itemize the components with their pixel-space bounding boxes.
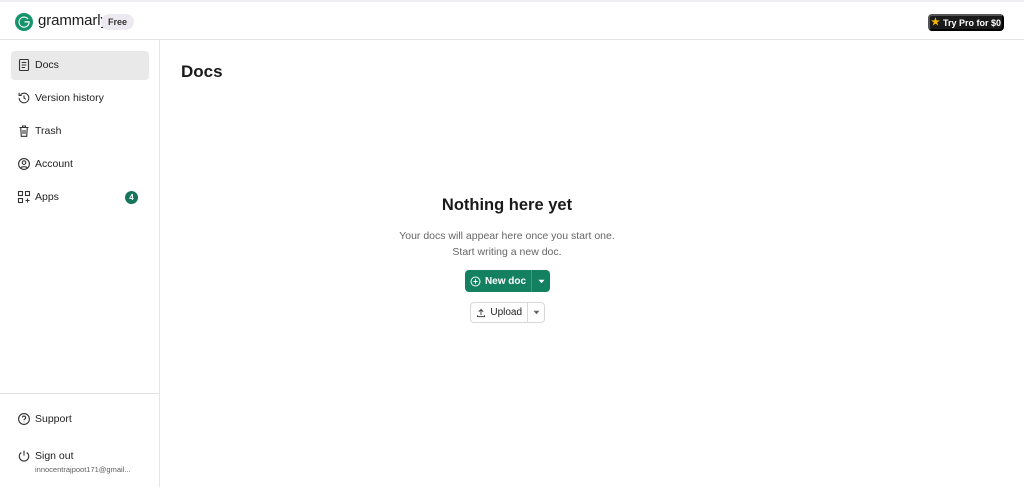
history-icon	[17, 91, 31, 105]
document-icon	[17, 58, 31, 72]
upload-menu-button[interactable]	[528, 303, 544, 322]
logo-text[interactable]: grammarly	[38, 12, 108, 29]
sidebar: Docs Version history Trash Account Apps …	[0, 40, 160, 487]
power-icon	[17, 449, 31, 463]
upload-button[interactable]: Upload	[471, 303, 529, 322]
upload-split-button: Upload	[470, 302, 545, 323]
empty-state-description-secondary: Start writing a new doc.	[452, 246, 562, 258]
help-circle-icon	[17, 412, 31, 426]
account-icon	[17, 157, 31, 171]
upload-label: Upload	[490, 307, 523, 318]
upload-icon	[476, 308, 486, 318]
sidebar-item-label: Account	[35, 158, 73, 170]
new-doc-menu-button[interactable]	[532, 270, 550, 292]
sidebar-item-apps[interactable]: Apps 4	[11, 183, 149, 212]
new-doc-label: New doc	[484, 275, 527, 287]
plus-circle-icon	[470, 276, 481, 287]
sidebar-item-label: Trash	[35, 125, 62, 137]
new-doc-split-button: New doc	[465, 270, 550, 292]
sidebar-item-version-history[interactable]: Version history	[11, 84, 149, 113]
empty-state-description: Your docs will appear here once you star…	[399, 230, 615, 242]
sidebar-item-trash[interactable]: Trash	[11, 117, 149, 146]
empty-state-title: Nothing here yet	[441, 196, 573, 214]
sidebar-item-label: Apps	[35, 191, 59, 203]
sidebar-item-label: Version history	[35, 92, 104, 104]
try-pro-label: Try Pro for $0	[942, 17, 1001, 28]
sidebar-item-label: Docs	[35, 59, 59, 71]
new-doc-button[interactable]: New doc	[465, 270, 532, 292]
apps-icon	[17, 190, 31, 204]
star-icon: ★	[931, 16, 940, 28]
apps-count-badge: 4	[125, 191, 138, 204]
chevron-down-icon	[533, 310, 540, 315]
sign-out-label: Sign out	[35, 450, 74, 462]
support-label: Support	[35, 413, 72, 425]
top-bar: grammarly Free ★ Try Pro for $0	[0, 0, 1024, 40]
plan-badge: Free	[101, 14, 135, 30]
sidebar-footer: Support Sign out innocentrajpoot171@gmai…	[0, 393, 159, 487]
grammarly-logo-icon[interactable]	[15, 13, 33, 31]
sign-out-button[interactable]: Sign out innocentrajpoot171@gmail...	[11, 442, 149, 482]
trash-icon	[17, 124, 31, 138]
account-email: innocentrajpoot171@gmail...	[35, 465, 131, 474]
page-title: Docs	[181, 62, 223, 81]
sidebar-item-account[interactable]: Account	[11, 150, 149, 179]
chevron-down-icon	[538, 279, 545, 284]
sidebar-item-docs[interactable]: Docs	[11, 51, 149, 80]
try-pro-button[interactable]: ★ Try Pro for $0	[928, 14, 1004, 31]
support-link[interactable]: Support	[11, 405, 149, 434]
